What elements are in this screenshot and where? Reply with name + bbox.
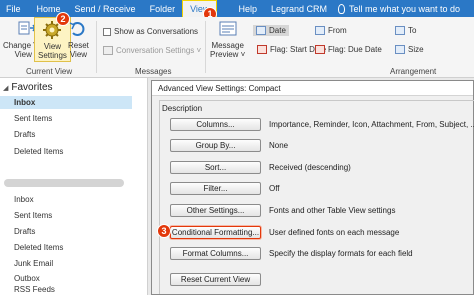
size-icon [395,45,405,54]
folder-outbox[interactable]: Outbox [14,274,40,283]
favorites-label: Favorites [11,82,53,93]
group-by-description: None [269,141,289,150]
tab-help[interactable]: Help [231,0,264,17]
folder-rss-feeds[interactable]: RSS Feeds [14,285,55,294]
show-conversations-checkbox[interactable]: Show as Conversations [103,27,198,36]
lightbulb-icon [338,3,345,14]
favorite-drafts[interactable]: Drafts [14,130,35,139]
arrangement-group-label: Arrangement [390,67,437,76]
arrange-from-label: From [328,26,347,35]
folder-inbox[interactable]: Inbox [14,195,34,204]
arrange-size[interactable]: Size [395,45,424,54]
flag-icon [257,45,267,54]
other-settings-description: Fonts and other Table View settings [269,206,396,215]
arrange-to[interactable]: To [395,26,416,35]
conversation-settings-label: Conversation Settings ˅ [116,46,202,55]
favorite-inbox[interactable]: Inbox [0,96,132,109]
arrange-flag-due-label: Flag: Due Date [328,45,382,54]
advanced-view-settings-dialog: Advanced View Settings: Compact Descript… [151,80,474,295]
conversation-settings-icon [103,46,113,55]
checkbox-icon [103,27,111,36]
reset-current-view-button[interactable]: Reset Current View [170,273,261,286]
blurred-account-name[interactable] [4,179,124,187]
reset-view-label: Reset [68,41,89,50]
folder-deleted-items[interactable]: Deleted Items [14,243,63,252]
format-columns-description: Specify the display formats for each fie… [269,249,413,258]
message-preview-label: Message [211,41,244,50]
messages-group-label: Messages [135,67,172,76]
favorite-sent-items[interactable]: Sent Items [14,114,52,123]
folder-pane: ◢ Favorites Inbox Sent Items Drafts Dele… [0,78,148,295]
sort-description: Received (descending) [269,163,351,172]
message-preview-label-2: Preview ˅ [210,50,246,59]
format-columns-button[interactable]: Format Columns... [170,247,261,260]
columns-button[interactable]: Columns... [170,118,261,131]
view-settings-label-2: Settings [38,51,67,60]
person-icon [395,26,405,35]
reset-view-label-2: View [69,50,88,59]
view-settings-label: View [43,42,62,51]
description-legend: Description [160,104,205,113]
favorite-deleted-items[interactable]: Deleted Items [14,147,63,156]
show-conversations-label: Show as Conversations [114,27,199,36]
conditional-formatting-description: User defined fonts on each message [269,228,400,237]
conversation-settings-button[interactable]: Conversation Settings ˅ [103,46,201,55]
step-badge-3: 3 [157,224,171,238]
sort-button[interactable]: Sort... [170,161,261,174]
message-preview-icon [219,21,237,36]
tab-legrand-crm[interactable]: Legrand CRM [264,0,334,17]
tell-me-text: Tell me what you want to do [349,3,461,14]
calendar-icon [256,26,266,35]
current-view-group-label: Current View [26,67,73,76]
arrange-date[interactable]: Date [253,25,289,36]
favorites-header[interactable]: ◢ Favorites [3,82,53,93]
other-settings-button[interactable]: Other Settings... [170,204,261,217]
folder-sent-items[interactable]: Sent Items [14,211,52,220]
dialog-title: Advanced View Settings: Compact [152,81,473,96]
arrangement-gallery: Date From To Flag: Start Date Flag: Due … [253,20,474,64]
ribbon: Change View View ˅ View Settings Reset V… [0,17,474,78]
arrange-date-label: Date [269,26,286,35]
arrange-to-label: To [408,26,417,35]
message-preview-button[interactable]: Message Preview ˅ [210,19,245,59]
folder-drafts[interactable]: Drafts [14,227,35,236]
person-icon [315,26,325,35]
tab-folder[interactable]: Folder [143,0,183,17]
tell-me-search[interactable]: Tell me what you want to do [338,0,460,17]
reset-view-button[interactable]: Reset View [68,19,89,59]
arrange-size-label: Size [408,45,424,54]
tab-file[interactable]: File [0,0,30,17]
arrange-flag-due[interactable]: Flag: Due Date [315,45,382,54]
filter-description: Off [269,184,280,193]
group-by-button[interactable]: Group By... [170,139,261,152]
group-separator [96,21,97,73]
conditional-formatting-button[interactable]: Conditional Formatting... [170,226,261,239]
collapse-caret-icon: ◢ [3,84,9,92]
columns-description: Importance, Reminder, Icon, Attachment, … [269,120,474,129]
filter-button[interactable]: Filter... [170,182,261,195]
tab-send-receive[interactable]: Send / Receive [68,0,143,17]
arrange-from[interactable]: From [315,26,347,35]
step-badge-2: 2 [56,12,70,26]
ribbon-tab-bar: File Home Send / Receive Folder View Hel… [0,0,474,17]
folder-junk-email[interactable]: Junk Email [14,259,53,268]
reset-icon [70,22,85,36]
group-separator [205,21,206,73]
flag-icon [315,45,325,54]
